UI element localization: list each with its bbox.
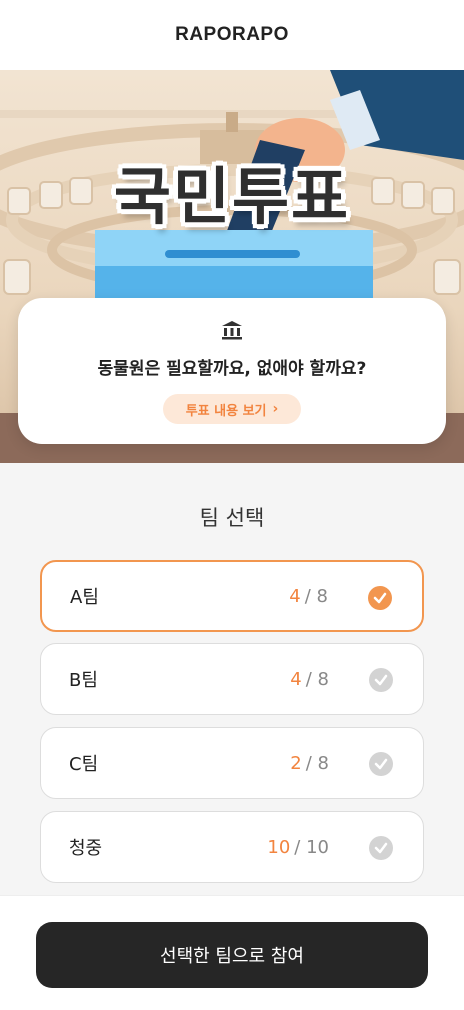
team-option-audience[interactable]: 청중 10 / 10 xyxy=(40,811,424,883)
team-count: 4 / 8 xyxy=(289,562,328,630)
topic-card: 동물원은 필요할까요, 없애야 할까요? 투표 내용 보기 › xyxy=(18,298,446,444)
app-logo: RAPORAPO xyxy=(175,24,289,45)
chevron-right-icon: › xyxy=(272,401,279,417)
check-icon xyxy=(369,668,393,692)
team-option-a[interactable]: A팀 4 / 8 xyxy=(40,560,424,632)
team-count: 10 / 10 xyxy=(267,812,329,882)
team-current-count: 10 xyxy=(267,836,291,858)
team-name: A팀 xyxy=(70,587,99,608)
join-team-button[interactable]: 선택한 팀으로 참여 xyxy=(36,922,428,988)
team-name: B팀 xyxy=(69,670,98,691)
hero-title: 국민투표 xyxy=(113,160,351,233)
team-option-c[interactable]: C팀 2 / 8 xyxy=(40,727,424,799)
team-count: 2 / 8 xyxy=(290,728,329,798)
check-icon xyxy=(369,836,393,860)
view-vote-details-label: 투표 내용 보기 xyxy=(185,403,267,419)
team-total-count: / 10 xyxy=(294,836,329,858)
bank-icon xyxy=(222,321,242,340)
team-select-title: 팀 선택 xyxy=(199,506,265,530)
team-name: C팀 xyxy=(69,754,99,775)
check-icon xyxy=(368,586,392,610)
team-total-count: / 8 xyxy=(304,585,328,607)
app-header: RAPORAPO xyxy=(0,0,464,70)
team-current-count: 4 xyxy=(290,668,302,690)
view-vote-details-button[interactable]: 투표 내용 보기 › xyxy=(163,394,301,424)
check-icon xyxy=(369,752,393,776)
team-count: 4 / 8 xyxy=(290,644,329,714)
topic-question: 동물원은 필요할까요, 없애야 할까요? xyxy=(97,359,367,379)
team-total-count: / 8 xyxy=(305,752,329,774)
bottom-action-bar: 선택한 팀으로 참여 xyxy=(0,895,464,1010)
team-current-count: 2 xyxy=(290,752,302,774)
team-current-count: 4 xyxy=(289,585,301,607)
team-name: 청중 xyxy=(69,838,103,859)
team-total-count: / 8 xyxy=(305,668,329,690)
team-option-b[interactable]: B팀 4 / 8 xyxy=(40,643,424,715)
